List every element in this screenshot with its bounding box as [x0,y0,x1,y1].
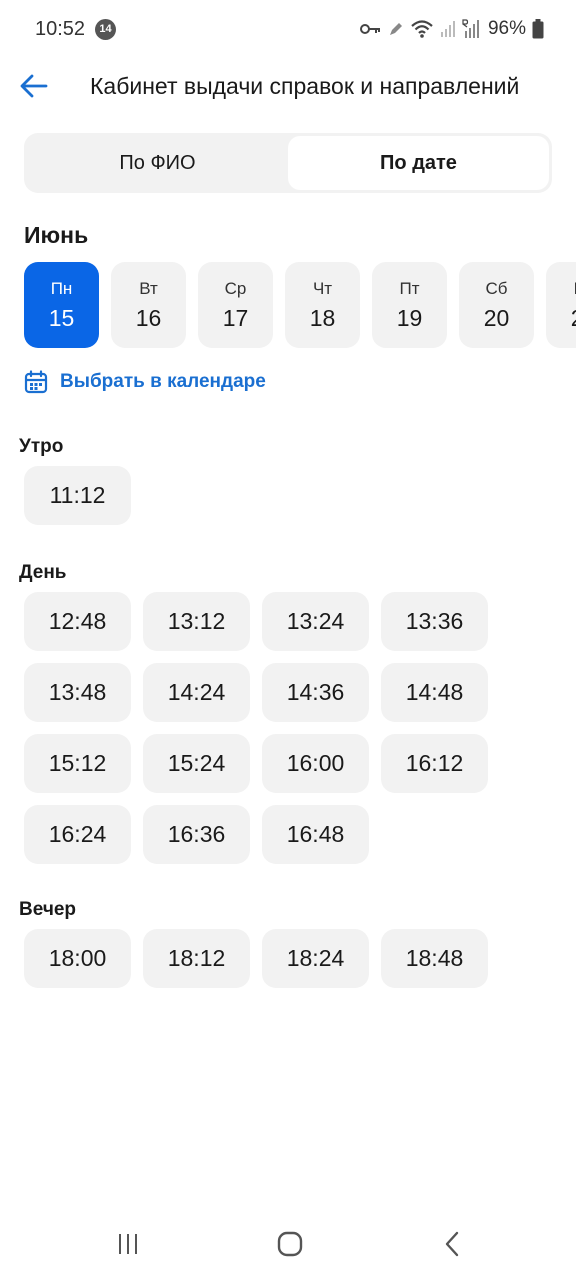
section-title-morning: Утро [19,436,64,457]
time-slot[interactable]: 15:12 [24,734,131,793]
signal-roaming-icon [462,19,479,38]
battery-percent: 96% [487,18,526,39]
recents-icon [119,1234,137,1254]
slots-evening: 18:00 18:12 18:24 18:48 [24,929,544,988]
section-title-day: День [19,562,67,583]
time-slot[interactable]: 14:48 [381,663,488,722]
time-slot[interactable]: 16:48 [262,805,369,864]
back-button[interactable] [16,68,52,104]
day-number: 17 [222,304,249,331]
time-slot[interactable]: 16:24 [24,805,131,864]
choose-in-calendar-link[interactable]: Выбрать в календаре [24,368,266,396]
time-slot[interactable]: 16:36 [143,805,250,864]
notification-count-badge: 14 [95,19,116,40]
time-slot[interactable]: 14:24 [143,663,250,722]
day-of-week: Пт [399,278,420,298]
day-number: 20 [483,304,510,331]
day-card[interactable]: Вс 21 [546,262,576,348]
day-card[interactable]: Сб 20 [459,262,534,348]
slots-morning: 11:12 [24,466,544,525]
time-slot[interactable]: 13:48 [24,663,131,722]
recents-button[interactable] [108,1228,148,1260]
time-slot[interactable]: 16:12 [381,734,488,793]
time-slot[interactable]: 13:24 [262,592,369,651]
slots-day: 12:48 13:12 13:24 13:36 13:48 14:24 14:3… [24,592,544,864]
day-of-week: Сб [485,278,508,298]
page-title: Кабинет выдачи справок и направлений [90,73,520,99]
day-of-week: Вт [139,278,158,298]
time-slot[interactable]: 13:36 [381,592,488,651]
time-slot[interactable]: 16:00 [262,734,369,793]
time-slot[interactable]: 18:00 [24,929,131,988]
status-time: 10:52 [35,18,86,40]
day-number: 21 [571,305,576,332]
time-slot[interactable]: 18:48 [381,929,488,988]
day-card[interactable]: Ср 17 [198,262,273,348]
time-slot[interactable]: 18:24 [262,929,369,988]
section-title-evening: Вечер [19,899,77,920]
home-button[interactable] [270,1228,310,1260]
chevron-left-icon [445,1231,459,1257]
day-of-week: Чт [312,278,333,298]
battery-icon [532,19,544,39]
time-slot[interactable]: 18:12 [143,929,250,988]
status-icons: 96% [359,17,544,41]
status-bar: 10:52 14 96% [0,0,576,58]
choose-in-calendar-label: Выбрать в календаре [60,371,266,392]
month-label: Июнь [24,222,89,248]
tab-by-date[interactable]: По дате [288,136,549,190]
day-number: 15 [48,304,75,331]
time-slot[interactable]: 15:24 [143,734,250,793]
day-of-week: Ср [224,278,247,298]
app-header: Кабинет выдачи справок и направлений [0,58,576,116]
system-navigation-bar [0,1210,576,1280]
vpn-key-icon [359,24,380,34]
day-card[interactable]: Чт 18 [285,262,360,348]
time-slot[interactable]: 11:12 [24,466,131,525]
day-selector: Пн 15 Вт 16 Ср 17 Чт 18 Пт 19 Сб 20 Вс 2… [24,262,576,348]
day-number: 18 [309,304,336,331]
time-slot[interactable]: 13:12 [143,592,250,651]
tab-by-name[interactable]: По ФИО [27,136,288,190]
pen-icon [389,23,402,35]
calendar-icon [24,370,48,394]
search-mode-tabs: По ФИО По дате [24,133,552,193]
day-number: 16 [135,304,162,331]
time-slot[interactable]: 14:36 [262,663,369,722]
day-card[interactable]: Вт 16 [111,262,186,348]
wifi-icon [411,20,433,38]
day-card[interactable]: Пт 19 [372,262,447,348]
day-of-week: Пн [50,278,73,298]
nav-back-button[interactable] [432,1228,472,1260]
day-number: 19 [396,304,423,331]
arrow-left-icon [20,74,48,98]
signal-icon [440,21,455,37]
day-card-selected[interactable]: Пн 15 [24,262,99,348]
home-icon [277,1231,303,1257]
time-slot[interactable]: 12:48 [24,592,131,651]
